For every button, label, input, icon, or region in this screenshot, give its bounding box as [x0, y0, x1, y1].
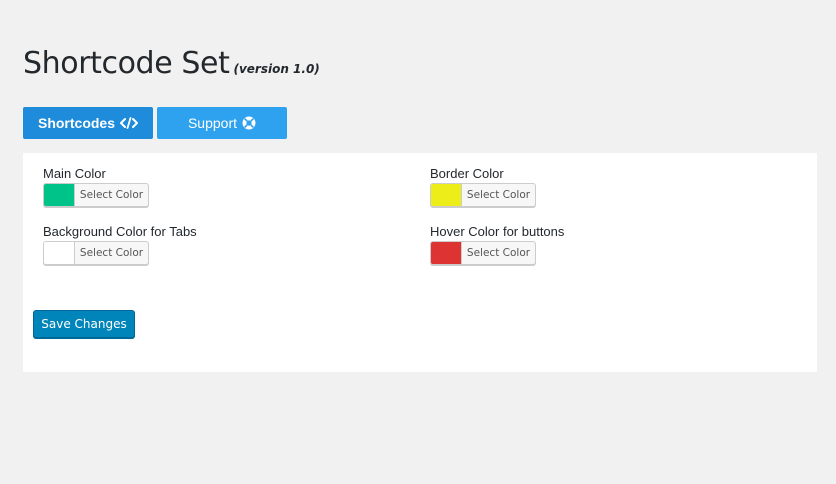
save-changes-button[interactable]: Save Changes [33, 310, 135, 338]
tab-shortcodes-label: Shortcodes [37, 115, 115, 131]
tab-support[interactable]: Support [157, 107, 287, 139]
settings-panel: Main Color Select Color Border Color Sel… [23, 153, 817, 372]
select-color-button: Select Color [466, 189, 531, 201]
main-color-picker[interactable]: Select Color [43, 183, 149, 207]
code-icon [120, 117, 138, 129]
background-tabs-swatch [44, 242, 75, 264]
select-color-button: Select Color [79, 189, 144, 201]
main-color-field: Main Color Select Color [43, 166, 149, 207]
page-title-text: Shortcode Set [23, 46, 230, 81]
hover-buttons-field: Hover Color for buttons Select Color [430, 224, 564, 265]
page-title: Shortcode Set (version 1.0) [23, 44, 320, 84]
main-color-swatch [44, 184, 75, 206]
border-color-swatch [431, 184, 462, 206]
select-color-button: Select Color [466, 247, 531, 259]
background-tabs-picker[interactable]: Select Color [43, 241, 149, 265]
tab-shortcodes[interactable]: Shortcodes [23, 107, 153, 139]
hover-buttons-swatch [431, 242, 462, 264]
hover-buttons-picker[interactable]: Select Color [430, 241, 536, 265]
version-label: (version 1.0) [233, 62, 320, 76]
tab-bar: Shortcodes Support [23, 107, 287, 139]
border-color-label: Border Color [430, 166, 504, 181]
main-color-label: Main Color [43, 166, 106, 181]
border-color-field: Border Color Select Color [430, 166, 536, 207]
hover-buttons-label: Hover Color for buttons [430, 224, 565, 239]
background-tabs-label: Background Color for Tabs [43, 224, 197, 239]
background-tabs-field: Background Color for Tabs Select Color [43, 224, 197, 265]
support-lifebuoy-icon [242, 116, 256, 130]
tab-support-label: Support [187, 115, 238, 131]
settings-page: Shortcode Set (version 1.0) Shortcodes S… [0, 0, 836, 484]
border-color-picker[interactable]: Select Color [430, 183, 536, 207]
select-color-button: Select Color [79, 247, 144, 259]
